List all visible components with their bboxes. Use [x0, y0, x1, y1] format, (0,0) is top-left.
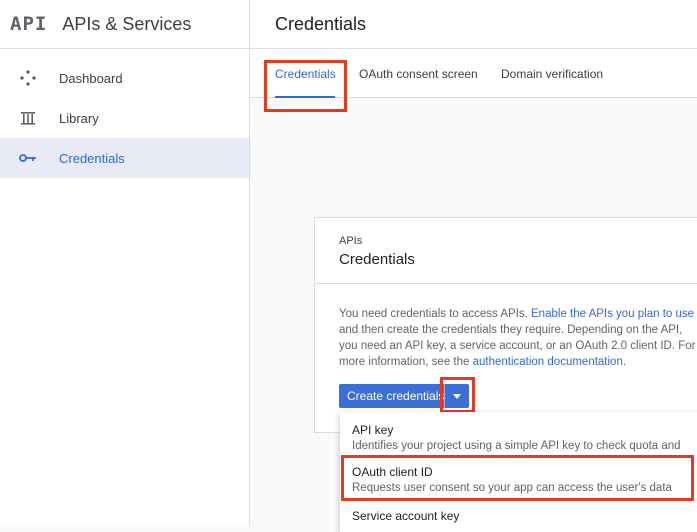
sidebar-item-label: Credentials: [59, 150, 125, 166]
sidebar-nav: Dashboard Library Credentials: [0, 58, 249, 178]
sidebar: API APIs & Services Dashboard Library Cr…: [0, 0, 250, 525]
dashboard-icon: [18, 70, 38, 86]
menu-item-description: Identifies your project using a simple A…: [352, 440, 681, 452]
tab-bar: Credentials OAuth consent screen Domain …: [250, 49, 697, 98]
create-credentials-button[interactable]: Create credentials: [339, 384, 469, 408]
card-description: You need credentials to access APIs. Ena…: [339, 306, 697, 370]
description-text: You need credentials to access APIs.: [339, 308, 532, 320]
library-icon: [18, 110, 38, 126]
menu-item-oauth-client-id[interactable]: OAuth client ID Requests user consent so…: [352, 465, 672, 494]
enable-apis-link[interactable]: Enable the APIs you plan to use: [531, 308, 694, 320]
menu-item-api-key[interactable]: API key Identifies your project using a …: [352, 423, 681, 452]
description-text: .: [622, 356, 627, 368]
sidebar-item-label: Library: [59, 110, 99, 126]
key-icon: [18, 152, 38, 164]
menu-item-title: Service account key: [352, 509, 460, 523]
api-logo: API: [10, 13, 48, 35]
create-credentials-dropdown[interactable]: [444, 384, 469, 408]
menu-item-title: OAuth client ID: [352, 465, 433, 479]
card-header: APIs Credentials: [315, 218, 697, 284]
page-header: Credentials: [250, 0, 697, 49]
tab-domain-verification[interactable]: Domain verification: [501, 67, 603, 98]
card-kicker: APIs: [339, 235, 363, 247]
sidebar-item-library[interactable]: Library: [0, 98, 249, 138]
card-title: Credentials: [339, 251, 415, 268]
sidebar-item-label: Dashboard: [59, 70, 123, 86]
tab-oauth-consent-screen[interactable]: OAuth consent screen: [359, 67, 478, 98]
page-title: Credentials: [275, 13, 367, 34]
menu-item-description: Requests user consent so your app can ac…: [352, 482, 672, 494]
product-title: APIs & Services: [62, 13, 192, 34]
credentials-menu: API key Identifies your project using a …: [340, 412, 697, 532]
authentication-documentation-link[interactable]: authentication documentation: [473, 356, 623, 368]
sidebar-item-credentials[interactable]: Credentials: [0, 138, 249, 178]
tab-credentials[interactable]: Credentials: [275, 67, 336, 98]
create-credentials-label: Create credentials: [347, 389, 445, 403]
caret-down-icon: [453, 393, 461, 399]
menu-item-service-account-key[interactable]: Service account key: [352, 509, 459, 523]
sidebar-header: API APIs & Services: [0, 0, 249, 49]
menu-item-title: API key: [352, 423, 394, 437]
sidebar-item-dashboard[interactable]: Dashboard: [0, 58, 249, 98]
